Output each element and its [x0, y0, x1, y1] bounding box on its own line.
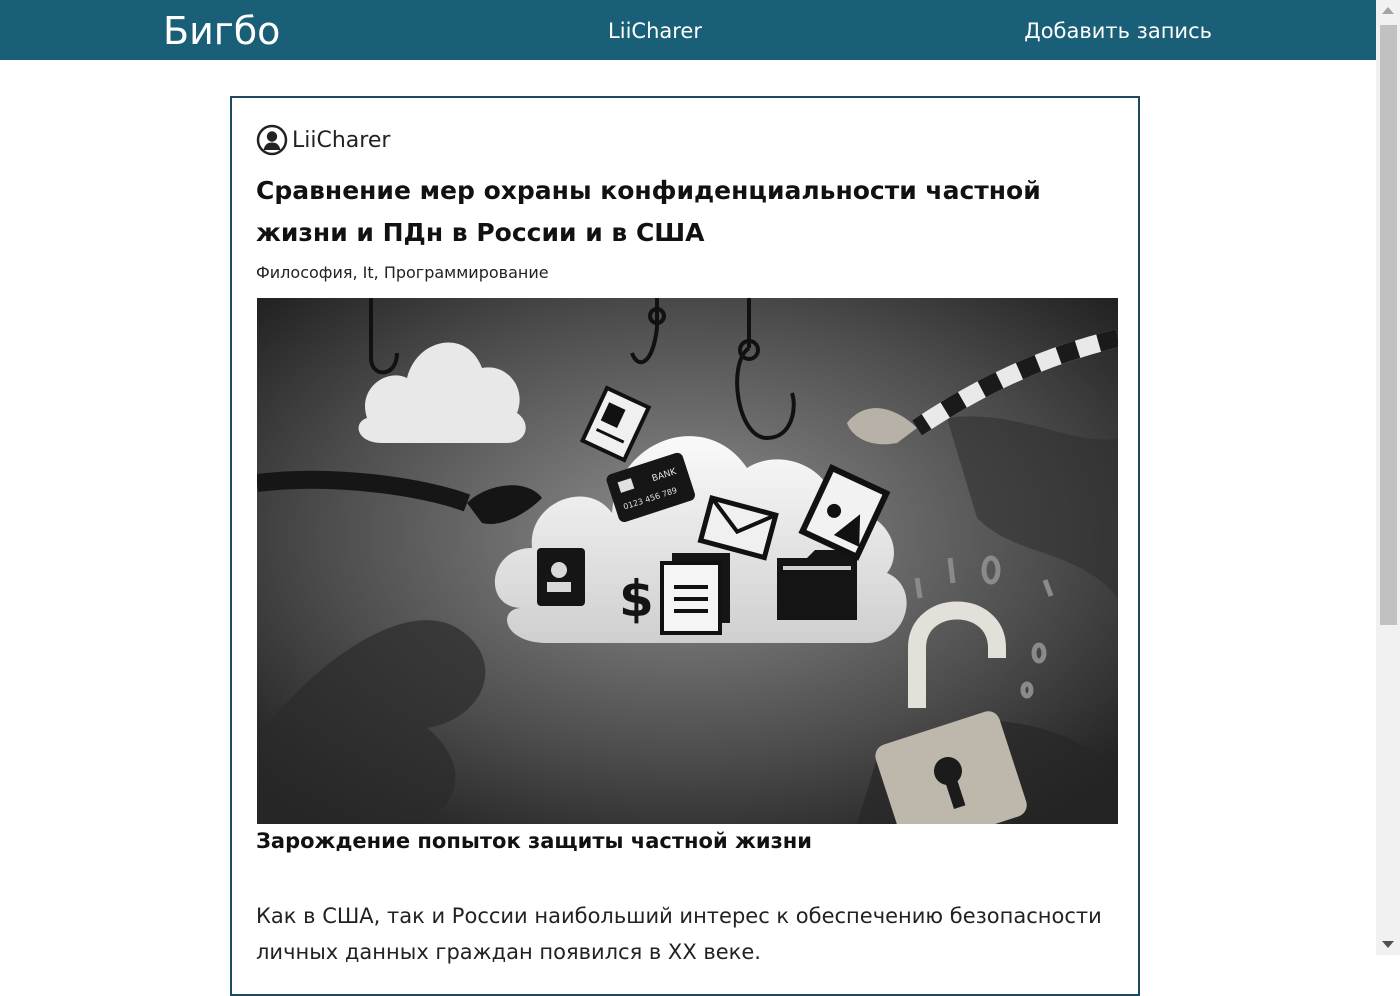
- post-paragraph: Как в США, так и России наибольший интер…: [256, 904, 1102, 964]
- post-cover-image: BANK 0123 456 789 $: [257, 298, 1118, 824]
- scrollbar-thumb[interactable]: [1380, 25, 1397, 625]
- post-title: Сравнение мер охраны конфиденциальности …: [256, 176, 1041, 247]
- scroll-up-arrow-icon[interactable]: [1382, 7, 1394, 14]
- svg-text:$: $: [619, 570, 654, 628]
- user-circle-icon: [256, 124, 288, 156]
- post-card: LiiCharer Сравнение мер охраны конфиденц…: [230, 96, 1140, 996]
- author-name: LiiCharer: [292, 127, 391, 153]
- section-heading: Зарождение попыток защиты частной жизни: [256, 829, 813, 853]
- post-author[interactable]: LiiCharer: [256, 123, 390, 157]
- add-post-link[interactable]: Добавить запись: [1024, 18, 1212, 44]
- scroll-down-arrow-icon[interactable]: [1382, 941, 1394, 948]
- page-scrollbar[interactable]: [1376, 0, 1400, 955]
- post-tags[interactable]: Философия, It, Программирование: [256, 263, 549, 282]
- navbar: Бигбо LiiCharer Добавить запись: [0, 0, 1376, 60]
